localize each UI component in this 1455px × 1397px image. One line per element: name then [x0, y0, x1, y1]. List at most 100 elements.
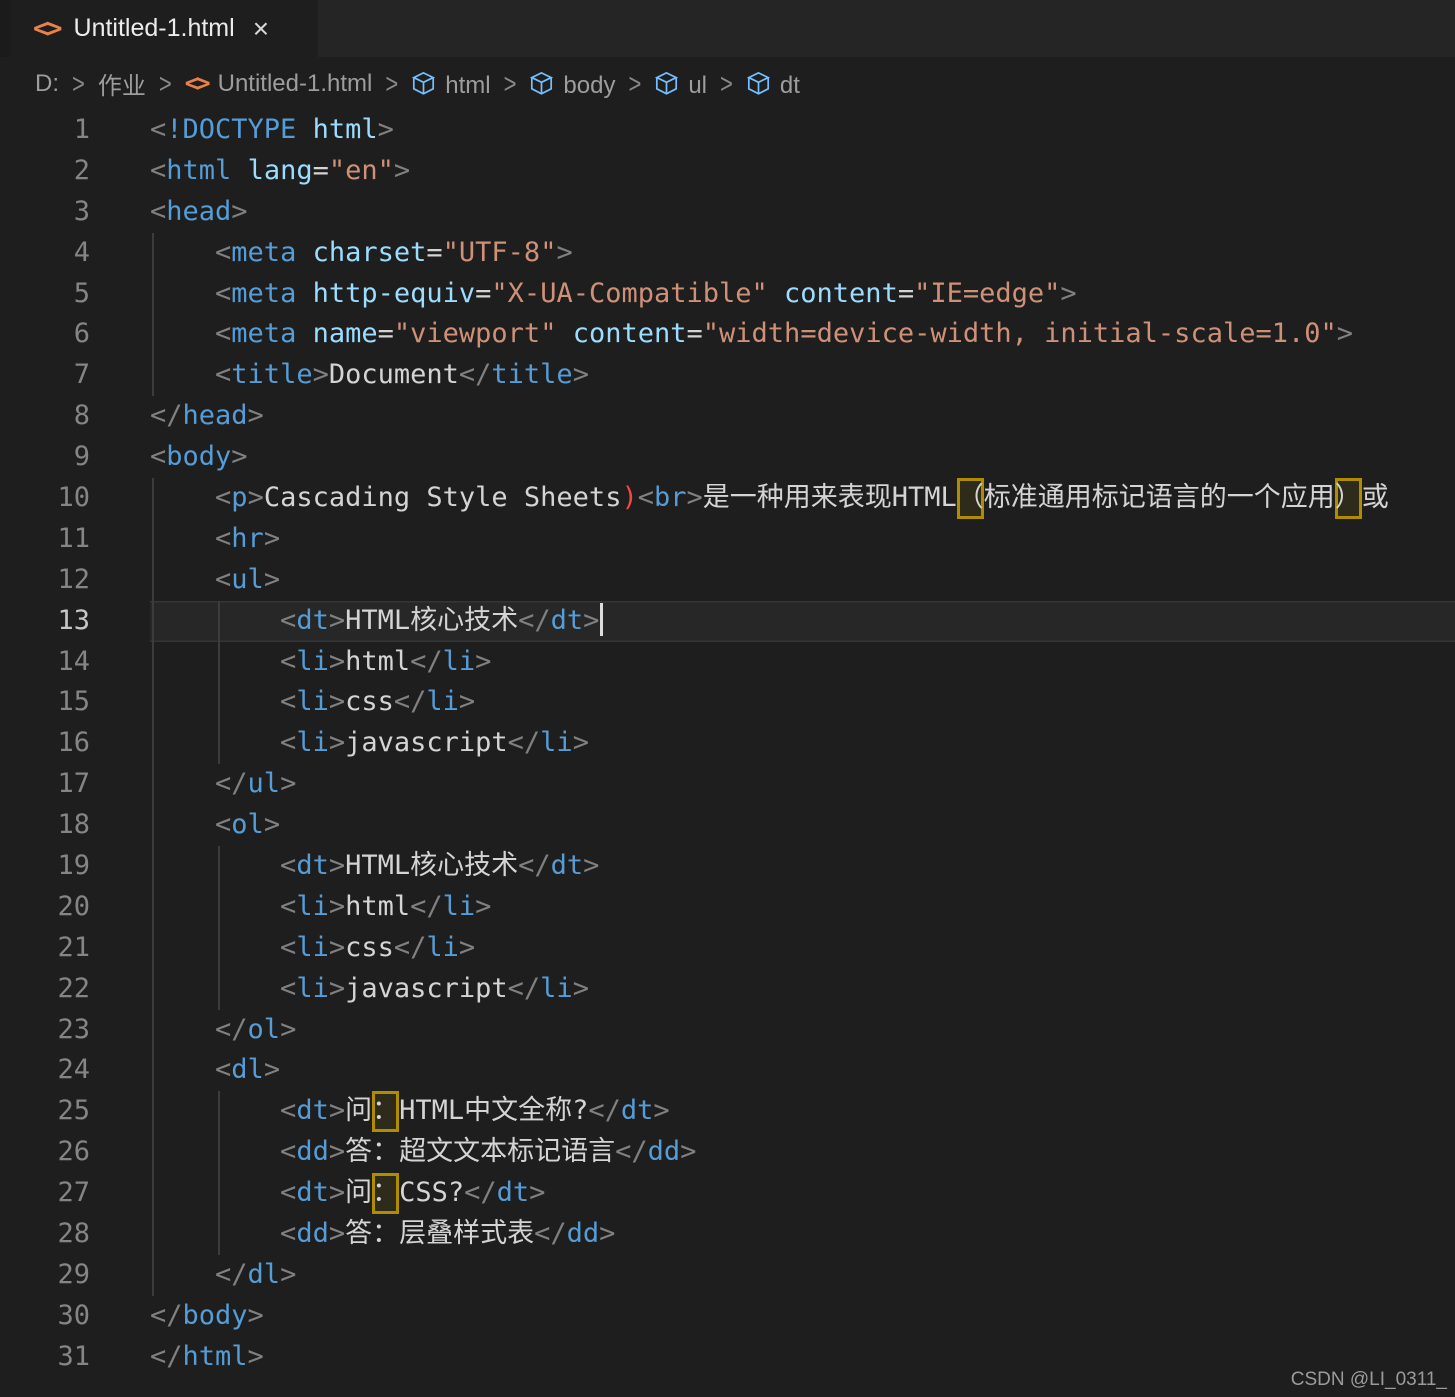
code-line-24[interactable]: 24 <dl>: [0, 1050, 1455, 1092]
breadcrumb-item-ul[interactable]: ul: [654, 68, 707, 100]
code-token: >: [572, 727, 589, 759]
tab-untitled-1[interactable]: <> Untitled-1.html ×: [10, 0, 318, 57]
code-token: >: [247, 1299, 264, 1331]
line-number: 15: [57, 686, 90, 718]
indent-guide: [218, 968, 220, 1010]
code-token: !DOCTYPE: [166, 114, 297, 145]
code-token: html: [166, 154, 232, 186]
code-line-30[interactable]: 30 </body>: [0, 1296, 1455, 1337]
indent-guide: [152, 927, 154, 969]
code-line-19[interactable]: 19 <dt>HTML核心技术</dt>: [0, 846, 1455, 887]
breadcrumb-label: html: [445, 71, 491, 99]
code-token: >: [556, 236, 573, 268]
code-token: >: [328, 931, 346, 963]
code-token: =: [312, 154, 329, 186]
code-token: <: [280, 931, 297, 963]
code-line-31[interactable]: 31 </html>: [0, 1337, 1455, 1378]
code-token: 是一种用来表现HTML: [702, 482, 957, 514]
code-token: >: [475, 890, 492, 922]
tab-close-icon[interactable]: ×: [253, 14, 269, 43]
code-line-14[interactable]: 14 <li>html</li>: [0, 641, 1455, 683]
line-content: <li>css</li>: [150, 682, 1455, 724]
code-line-12[interactable]: 12 <ul>: [0, 559, 1455, 601]
code-line-5[interactable]: 5 <meta http-equiv="X-UA-Compatible" con…: [0, 273, 1455, 315]
breadcrumb-item-untitled-1-html[interactable]: <> Untitled-1.html: [185, 69, 373, 98]
code-line-25[interactable]: 25 <dt>问：HTML中文全称?</dt>: [0, 1091, 1455, 1133]
indent-guide: [218, 1132, 220, 1174]
code-line-10[interactable]: 10 <p>Cascading Style Sheets)<br>是一种用来表现…: [0, 478, 1455, 519]
code-line-22[interactable]: 22 <li>javascript</li>: [0, 968, 1455, 1010]
code-token: >: [263, 563, 281, 595]
code-token: <: [150, 441, 167, 473]
code-token: >: [280, 1258, 297, 1290]
code-line-13[interactable]: 13 <dt>HTML核心技术</dt>: [0, 600, 1455, 642]
line-content: <title>Document</title>: [150, 355, 1455, 397]
breadcrumb-item-dt[interactable]: dt: [746, 68, 800, 100]
indent-guide: [152, 968, 154, 1010]
breadcrumb-item-html[interactable]: html: [411, 68, 491, 103]
code-token: >: [328, 686, 346, 718]
code-line-18[interactable]: 18 <ol>: [0, 805, 1455, 847]
code-token: dt: [296, 1095, 329, 1127]
code-line-23[interactable]: 23 </ol>: [0, 1009, 1455, 1051]
indent-guide: [152, 1173, 154, 1215]
symbol-cube-icon: [411, 71, 436, 103]
code-token: dd: [566, 1218, 600, 1250]
breadcrumb-separator-icon: >: [720, 67, 733, 99]
code-token: >: [328, 1136, 346, 1168]
code-token: >: [458, 686, 476, 718]
line-content: </dl>: [150, 1254, 1455, 1296]
indent-guide: [218, 600, 220, 642]
breadcrumb-item--[interactable]: 作业: [98, 66, 146, 101]
code-line-15[interactable]: 15 <li>css</li>: [0, 682, 1455, 724]
code-line-6[interactable]: 6 <meta name="viewport" content="width=d…: [0, 314, 1455, 356]
code-line-27[interactable]: 27 <dt>问：CSS?</dt>: [0, 1173, 1455, 1215]
code-token: p: [231, 482, 248, 514]
code-line-20[interactable]: 20 <li>html</li>: [0, 886, 1455, 928]
code-line-28[interactable]: 28 <dd>答：层叠样式表</dd>: [0, 1214, 1455, 1255]
line-number: 22: [57, 972, 90, 1004]
watermark-text: CSDN @LI_0311_: [1290, 1369, 1447, 1390]
code-line-17[interactable]: 17 </ul>: [0, 764, 1455, 806]
code-line-8[interactable]: 8 </head>: [0, 396, 1455, 437]
code-token: >: [680, 1136, 697, 1168]
code-token: <: [280, 972, 297, 1004]
code-line-16[interactable]: 16 <li>javascript</li>: [0, 723, 1455, 765]
code-line-21[interactable]: 21 <li>css</li>: [0, 927, 1455, 969]
code-line-2[interactable]: 2 <html lang="en">: [0, 151, 1455, 192]
code-token: body: [182, 1299, 248, 1331]
code-token: html: [182, 1340, 248, 1372]
code-line-3[interactable]: 3 <head>: [0, 192, 1455, 233]
breadcrumb-item-body[interactable]: body: [529, 68, 615, 100]
code-line-1[interactable]: 1 <!DOCTYPE html>: [0, 110, 1455, 151]
indent-guide: [218, 927, 220, 969]
indent-guide: [218, 641, 220, 683]
code-line-7[interactable]: 7 <title>Document</title>: [0, 355, 1455, 397]
code-token: </: [150, 1299, 183, 1331]
unicode-highlight-box: ：: [372, 1173, 400, 1215]
code-token: Cascading Style Sheets: [263, 482, 622, 514]
code-token: 问: [345, 1177, 373, 1209]
code-line-4[interactable]: 4 <meta charset="UTF-8">: [0, 232, 1455, 274]
code-line-11[interactable]: 11 <hr>: [0, 518, 1455, 560]
code-token: <: [215, 1054, 232, 1086]
code-editor[interactable]: 1 <!DOCTYPE html> 2 <html lang="en"> 3 <head>…: [0, 110, 1455, 1378]
indent-guide: [218, 682, 220, 724]
code-line-26[interactable]: 26 <dd>答：超文文本标记语言</dd>: [0, 1132, 1455, 1174]
code-token: >: [328, 604, 346, 636]
code-line-29[interactable]: 29 </dl>: [0, 1254, 1455, 1296]
code-token: li: [426, 686, 459, 718]
line-number: 29: [57, 1258, 90, 1290]
code-token: >: [328, 972, 346, 1004]
code-line-9[interactable]: 9 <body>: [0, 437, 1455, 478]
code-token: >: [328, 1095, 346, 1127]
code-token: >: [247, 482, 264, 514]
code-token: >: [247, 400, 264, 432]
breadcrumb-item-d-[interactable]: D:: [35, 70, 59, 98]
code-token: >: [686, 482, 703, 514]
